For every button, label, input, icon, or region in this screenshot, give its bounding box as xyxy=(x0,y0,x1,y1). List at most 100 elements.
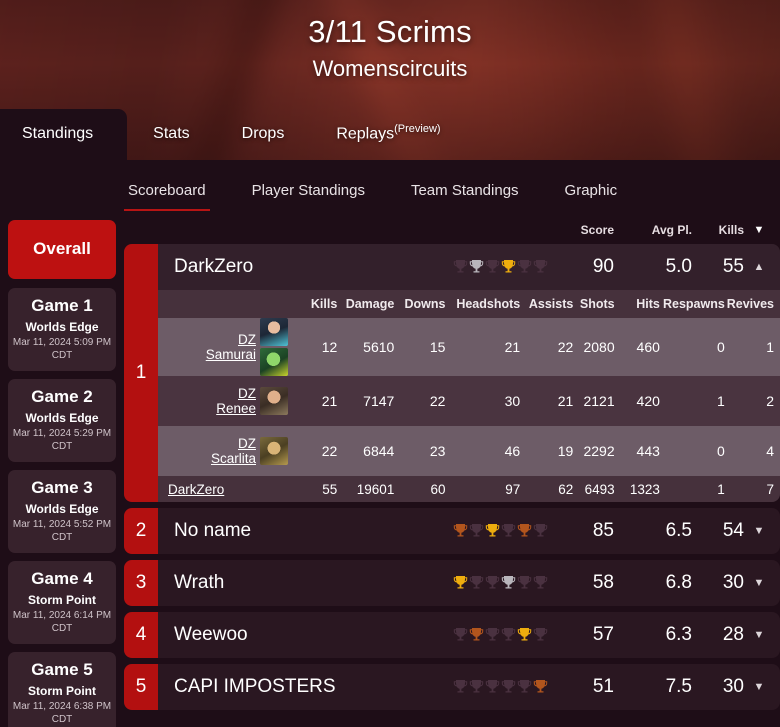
expand-row-icon[interactable]: ▼ xyxy=(744,629,774,641)
sidebar-item-game-2[interactable]: Game 2 Worlds Edge Mar 11, 2024 5:29 PM … xyxy=(8,379,116,462)
player-stat-headshots: 21 xyxy=(504,339,521,355)
tab-drops-label: Drops xyxy=(241,125,285,142)
player-stat-shots: 2292 xyxy=(583,443,615,459)
team-kills: 30 xyxy=(722,676,744,697)
trophy-gold-icon xyxy=(453,576,468,589)
expand-row-icon[interactable]: ▼ xyxy=(744,577,774,589)
trophy-empty-icon xyxy=(485,628,500,641)
trophy-gold-icon xyxy=(517,628,532,641)
secondary-tab-bar: Scoreboard Player Standings Team Standin… xyxy=(0,160,780,216)
game-map: Worlds Edge xyxy=(25,411,99,425)
sidebar-item-overall[interactable]: Overall xyxy=(8,220,116,279)
player-stat-assists: 21 xyxy=(557,393,574,409)
player-stat-assists: 19 xyxy=(557,443,574,459)
tab-replays[interactable]: Replays(Preview) xyxy=(310,107,466,160)
team-card[interactable]: 1 DarkZero 90 5.0 55 ▲ Kills Damage Downs Headsho… xyxy=(124,244,780,502)
player-stat-assists: 22 xyxy=(557,339,574,355)
player-table-header-row: Kills Damage Downs Headshots Assists Shots Hit… xyxy=(158,290,780,318)
game-time: Mar 11, 2024 6:38 PM CDT xyxy=(12,701,112,725)
team-name: CAPI IMPOSTERS xyxy=(174,676,336,697)
expand-row-icon[interactable]: ▼ xyxy=(744,681,774,693)
column-header-avg-placement[interactable]: Avg Pl. xyxy=(614,223,692,237)
trophy-empty-icon xyxy=(453,628,468,641)
tab-player-standings[interactable]: Player Standings xyxy=(248,177,369,211)
team-summary-row[interactable]: CAPI IMPOSTERS 51 7.5 30 ▼ xyxy=(158,664,780,710)
team-summary-row[interactable]: DarkZero 90 5.0 55 ▲ xyxy=(158,244,780,290)
collapse-row-icon[interactable]: ▲ xyxy=(744,261,774,273)
team-card-body: CAPI IMPOSTERS 51 7.5 30 ▼ xyxy=(158,664,780,710)
player-name-link[interactable]: DZ Scarlita xyxy=(211,436,256,466)
trophy-empty-icon xyxy=(501,524,516,537)
team-card-body: No name 85 6.5 54 ▼ xyxy=(158,508,780,554)
banner-text-block: 3/11 Scrims Womenscircuits xyxy=(0,14,780,82)
team-score: 57 xyxy=(592,624,614,645)
team-summary-row[interactable]: Weewoo 57 6.3 28 ▼ xyxy=(158,612,780,658)
team-card[interactable]: 2 No name 85 6.5 54 ▼ xyxy=(124,508,780,554)
team-summary-row[interactable]: No name 85 6.5 54 ▼ xyxy=(158,508,780,554)
player-totals-row: DarkZero 55 19601 60 97 62 6493 1323 1 7 xyxy=(158,476,780,502)
team-card[interactable]: 5 CAPI IMPOSTERS 51 7.5 30 ▼ xyxy=(124,664,780,710)
trophy-gold-icon xyxy=(485,524,500,537)
column-header-score[interactable]: Score xyxy=(552,223,614,237)
team-card[interactable]: 3 Wrath 58 6.8 30 ▼ xyxy=(124,560,780,606)
team-total-assists: 62 xyxy=(558,481,574,497)
tab-graphic[interactable]: Graphic xyxy=(561,177,622,211)
player-name-link[interactable]: DZ Renee xyxy=(216,386,256,416)
player-column-header-damage: Damage xyxy=(345,297,395,311)
team-name: DarkZero xyxy=(174,256,254,277)
tab-scoreboard[interactable]: Scoreboard xyxy=(124,177,210,211)
tab-drops[interactable]: Drops xyxy=(216,109,311,160)
column-header-kills[interactable]: Kills xyxy=(692,223,744,237)
trophy-empty-icon xyxy=(517,680,532,693)
sidebar-item-game-3[interactable]: Game 3 Worlds Edge Mar 11, 2024 5:52 PM … xyxy=(8,470,116,553)
trophy-empty-icon xyxy=(485,260,500,273)
player-stat-hits: 460 xyxy=(636,339,660,355)
player-row: DZ Samurai 12 5610 15 21 22 2080 460 0 1 xyxy=(158,318,780,376)
trophy-silver-icon xyxy=(469,260,484,273)
team-total-kills: 55 xyxy=(322,481,338,497)
tab-replays-preview-badge: (Preview) xyxy=(394,122,441,135)
team-cards-container: 1 DarkZero 90 5.0 55 ▲ Kills Damage Downs Headsho… xyxy=(124,244,780,710)
sidebar-item-game-5[interactable]: Game 5 Storm Point Mar 11, 2024 6:38 PM … xyxy=(8,652,116,727)
team-summary-row[interactable]: Wrath 58 6.8 30 ▼ xyxy=(158,560,780,606)
game-name: Game 1 xyxy=(31,296,93,315)
team-total-link[interactable]: DarkZero xyxy=(158,482,294,497)
player-stat-damage: 6844 xyxy=(363,443,395,459)
team-score: 51 xyxy=(592,676,614,697)
team-score: 58 xyxy=(592,572,614,593)
team-trophy-strip xyxy=(453,627,552,643)
team-score: 85 xyxy=(592,520,614,541)
expand-row-icon[interactable]: ▼ xyxy=(744,525,774,537)
team-card-body: DarkZero 90 5.0 55 ▲ Kills Damage Downs Headshot… xyxy=(158,244,780,502)
game-name: Game 3 xyxy=(31,478,93,497)
player-name-link[interactable]: DZ Samurai xyxy=(206,332,256,362)
sidebar-item-game-1[interactable]: Game 1 Worlds Edge Mar 11, 2024 5:09 PM … xyxy=(8,288,116,371)
team-trophy-strip xyxy=(453,679,552,695)
player-stat-revives: 4 xyxy=(766,443,774,459)
game-map: Worlds Edge xyxy=(25,502,99,516)
player-column-header-assists: Assists xyxy=(528,297,574,311)
trophy-empty-icon xyxy=(517,260,532,273)
sort-descending-icon[interactable]: ▼ xyxy=(744,224,774,236)
team-name: No name xyxy=(174,520,252,541)
tab-team-standings[interactable]: Team Standings xyxy=(407,177,523,211)
player-stat-respawns: 1 xyxy=(717,393,725,409)
trophy-empty-icon xyxy=(533,524,548,537)
player-stat-kills: 12 xyxy=(321,339,338,355)
trophy-bronze-icon xyxy=(517,524,532,537)
player-stat-hits: 420 xyxy=(636,393,660,409)
player-column-header-headshots: Headshots xyxy=(456,297,521,311)
team-card[interactable]: 4 Weewoo 57 6.3 28 ▼ xyxy=(124,612,780,658)
team-avg-placement: 6.5 xyxy=(665,520,692,541)
team-avg-placement: 7.5 xyxy=(665,676,692,697)
tab-standings[interactable]: Standings xyxy=(0,109,128,160)
sidebar-item-game-4[interactable]: Game 4 Storm Point Mar 11, 2024 6:14 PM … xyxy=(8,561,116,644)
team-card-body: Weewoo 57 6.3 28 ▼ xyxy=(158,612,780,658)
game-map: Worlds Edge xyxy=(25,320,99,334)
player-column-header-shots: Shots xyxy=(579,297,615,311)
tab-stats[interactable]: Stats xyxy=(127,109,215,160)
legend-portrait xyxy=(260,437,288,465)
player-stat-revives: 1 xyxy=(766,339,774,355)
player-legend-portraits xyxy=(260,437,288,465)
game-name: Game 4 xyxy=(31,569,93,588)
